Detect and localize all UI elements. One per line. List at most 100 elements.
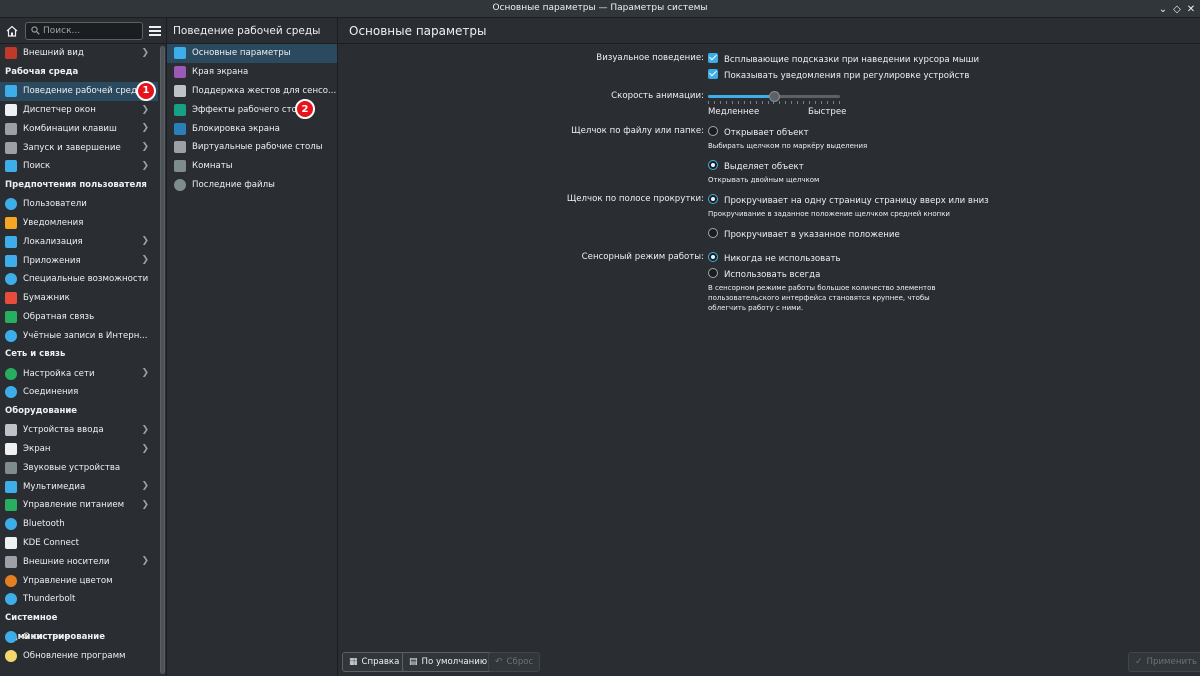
touch-never-radio[interactable]: Никогда не использовать (708, 252, 841, 264)
audio-icon (5, 461, 17, 474)
sidebar-item[interactable]: Внешние носители ❯ (0, 552, 158, 571)
tooltips-checkbox[interactable]: Всплывающие подсказки при наведении курс… (708, 53, 979, 65)
sidebar-item[interactable]: Комбинации клавиш ❯ (0, 119, 158, 138)
window-manager-icon (5, 103, 17, 116)
sidebar-item[interactable]: Локализация ❯ (0, 232, 158, 251)
animation-speed-slider[interactable] (708, 91, 840, 105)
sidebar-toolbar (0, 18, 167, 44)
subcategory-item-label: Блокировка экрана (192, 123, 280, 134)
settings-page: Основные параметры Визуальное поведение:… (338, 18, 1200, 676)
touch-always-label: Использовать всегда (724, 270, 821, 280)
color-management-icon (5, 574, 17, 587)
sidebar-item[interactable]: Внешний вид ❯ (0, 44, 158, 63)
subcategory-item[interactable]: Основные параметры (167, 44, 337, 63)
help-button[interactable]: ▦ Справка (342, 652, 407, 672)
radio-icon[interactable] (708, 252, 718, 262)
sidebar-item[interactable]: KDE Connect (0, 534, 158, 553)
sidebar-item[interactable]: Настройка сети ❯ (0, 364, 158, 383)
sidebar-item[interactable]: Поиск ❯ (0, 157, 158, 176)
home-icon[interactable] (4, 23, 20, 39)
subcategory-item[interactable]: Комнаты (167, 157, 337, 176)
sidebar-item[interactable]: Уведомления (0, 214, 158, 233)
scroll-page-label: Прокручивает на одну страницу страницу в… (724, 196, 989, 206)
sidebar-item-label: Бумажник (23, 293, 70, 304)
subcategory-item[interactable]: Блокировка экрана (167, 119, 337, 138)
radio-icon[interactable] (708, 126, 718, 136)
sidebar-item[interactable]: Мультимедиа ❯ (0, 477, 158, 496)
sidebar-list: Внешний вид ❯ Рабочая среда Поведение рабоч… (0, 44, 158, 676)
radio-icon[interactable] (708, 194, 718, 204)
sidebar-item[interactable]: Thunderbolt (0, 590, 158, 609)
sidebar-item-label: Устройства ввода (23, 425, 104, 436)
subcategory-list: Основные параметры Края экрана Поддержка ж… (167, 44, 337, 194)
click-selects-radio[interactable]: Выделяет объект (708, 160, 804, 172)
subcategory-item[interactable]: Виртуальные рабочие столы (167, 138, 337, 157)
thunderbolt-icon (5, 593, 17, 606)
search-input[interactable] (43, 25, 139, 37)
scroll-position-radio[interactable]: Прокручивает в указанное положение (708, 228, 900, 240)
slider-min-label: Медленнее (708, 107, 760, 117)
sidebar-item[interactable]: Устройства ввода ❯ (0, 421, 158, 440)
hamburger-menu-icon[interactable] (148, 24, 162, 38)
checkbox-checked-icon[interactable] (708, 53, 718, 63)
subcategory-item[interactable]: Края экрана (167, 63, 337, 82)
sidebar-item-label: Экран (23, 443, 51, 454)
sidebar-item[interactable]: Запуск и завершение ❯ (0, 138, 158, 157)
sidebar-scrollbar[interactable] (160, 46, 165, 674)
device-notifications-checkbox[interactable]: Показывать уведомления при регулировке у… (708, 69, 969, 81)
click-opens-hint: Выбирать щелчком по маркёру выделения (708, 142, 868, 150)
radio-icon[interactable] (708, 160, 718, 170)
sidebar-item[interactable]: Соединения (0, 383, 158, 402)
sidebar-item[interactable]: Звуковые устройства (0, 458, 158, 477)
accessibility-icon (5, 273, 17, 286)
chevron-right-icon: ❯ (141, 443, 149, 454)
maximize-icon[interactable]: ◇ (1170, 2, 1184, 16)
sidebar-item[interactable]: О системе (0, 628, 158, 647)
sidebar-item[interactable]: Приложения ❯ (0, 251, 158, 270)
touch-always-radio[interactable]: Использовать всегда (708, 268, 820, 280)
sidebar-item-label: Специальные возможности (23, 274, 149, 285)
sidebar-item[interactable]: Управление питанием ❯ (0, 496, 158, 515)
update-icon (5, 649, 17, 662)
sidebar-item[interactable]: Управление цветом (0, 571, 158, 590)
touch-mode-hint: В сенсорном режиме работы большое количе… (708, 284, 936, 312)
close-icon[interactable]: ✕ (1184, 2, 1198, 16)
search-field[interactable] (25, 22, 143, 40)
sidebar-item-label: Запуск и завершение (23, 142, 121, 153)
sidebar-item[interactable]: Пользователи (0, 195, 158, 214)
online-accounts-icon (5, 329, 17, 342)
sidebar-item[interactable]: Bluetooth (0, 515, 158, 534)
sidebar-group-header: Системное администрирование (5, 612, 105, 642)
sidebar-item[interactable]: Специальные возможности (0, 270, 158, 289)
sidebar-item[interactable]: Обновление программ (0, 647, 158, 666)
sidebar-item-label: Приложения (23, 255, 81, 266)
sidebar-item-label: Обновление программ (23, 650, 126, 661)
defaults-button[interactable]: ▤ По умолчанию (402, 652, 495, 672)
sidebar-item[interactable]: Учётные записи в Интерн... (0, 326, 158, 345)
checkbox-checked-icon[interactable] (708, 69, 718, 79)
radio-icon[interactable] (708, 228, 718, 238)
sidebar-item[interactable]: Обратная связь (0, 308, 158, 327)
reset-button[interactable]: ↶ Сброс (488, 652, 541, 672)
apply-button[interactable]: ✓ Применить (1128, 652, 1200, 672)
sidebar-item[interactable]: Бумажник (0, 289, 158, 308)
click-opens-radio[interactable]: Открывает объект (708, 126, 809, 138)
subcategory-item[interactable]: Эффекты рабочего стола 2 (167, 99, 337, 120)
sidebar-item[interactable]: Поведение рабочей среды❯1 (0, 80, 158, 101)
sidebar-item[interactable]: Диспетчер окон ❯ (0, 101, 158, 120)
sidebar-item[interactable]: Экран ❯ (0, 440, 158, 459)
undo-icon: ↶ (495, 657, 503, 667)
sidebar-item-label: Thunderbolt (23, 594, 76, 605)
subcategory-item[interactable]: Последние файлы (167, 176, 337, 195)
subcategory-item[interactable]: Поддержка жестов для сенсо... (167, 82, 337, 101)
scroll-page-radio[interactable]: Прокручивает на одну страницу страницу в… (708, 194, 989, 206)
sidebar-item-label: Диспетчер окон (23, 104, 96, 115)
sidebar-item-label: Звуковые устройства (23, 462, 121, 473)
chevron-right-icon: ❯ (141, 499, 149, 510)
radio-icon[interactable] (708, 268, 718, 278)
sidebar-item-label: Пользователи (23, 199, 87, 210)
scroll-page-hint: Прокручивание в заданное положение щелчк… (708, 210, 950, 218)
sidebar-group-header: Сеть и связь (5, 349, 66, 360)
slider-handle[interactable] (769, 91, 780, 102)
minimize-icon[interactable]: ⌄ (1156, 2, 1170, 16)
